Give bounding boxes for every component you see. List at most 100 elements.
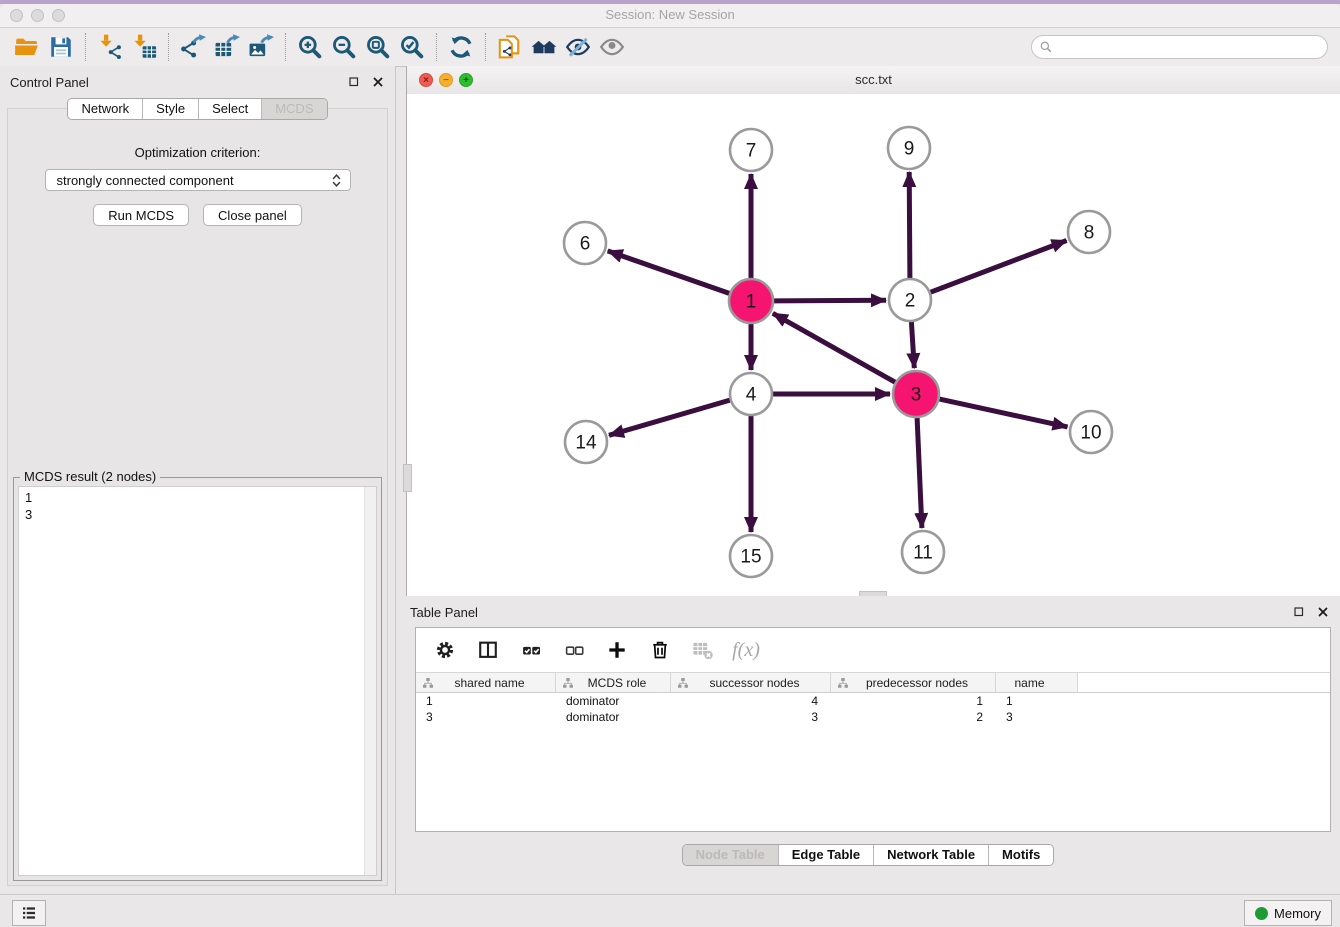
table-cell[interactable]: dominator xyxy=(556,693,671,709)
table-cell[interactable]: 1 xyxy=(831,693,996,709)
svg-text:14: 14 xyxy=(575,433,597,454)
select-all-checkboxes-button[interactable] xyxy=(512,632,550,668)
graph-node-9[interactable]: 9 xyxy=(888,127,930,169)
graph-edge-2-8[interactable] xyxy=(931,241,1067,293)
graph-node-2[interactable]: 2 xyxy=(889,279,931,321)
table-cell[interactable]: 1 xyxy=(416,693,556,709)
import-table-button[interactable] xyxy=(127,31,161,63)
graph-node-7[interactable]: 7 xyxy=(730,129,772,171)
graph-node-11[interactable]: 11 xyxy=(902,531,944,573)
memory-button[interactable]: Memory xyxy=(1244,900,1332,926)
tab-network[interactable]: Network xyxy=(68,99,142,119)
float-table-panel-icon[interactable] xyxy=(1291,604,1306,619)
close-table-panel-icon[interactable] xyxy=(1315,604,1330,619)
tab-edge-table[interactable]: Edge Table xyxy=(778,845,873,865)
task-history-button[interactable] xyxy=(12,900,46,926)
float-panel-icon[interactable] xyxy=(346,74,361,89)
graph-edge-3-11[interactable] xyxy=(917,418,922,528)
status-bar: Memory xyxy=(0,894,1340,927)
graph-node-3[interactable]: 3 xyxy=(893,371,939,417)
table-toolbar: f(x) xyxy=(416,628,1330,672)
app-titlebar[interactable]: Session: New Session xyxy=(0,4,1340,28)
new-network-from-file-icon xyxy=(497,34,523,60)
graph-edge-3-10[interactable] xyxy=(940,399,1068,427)
column-header-successor-nodes[interactable]: successor nodes xyxy=(671,673,831,692)
import-network-button[interactable] xyxy=(93,31,127,63)
table-cell[interactable]: 3 xyxy=(416,709,556,725)
column-header-label: shared name xyxy=(438,676,555,690)
window-title: Session: New Session xyxy=(0,7,1340,22)
toolbar-separator xyxy=(436,33,437,61)
graph-edge-3-1[interactable] xyxy=(773,313,895,382)
graph-edge-2-3[interactable] xyxy=(911,322,914,368)
tab-mcds[interactable]: MCDS xyxy=(261,99,326,119)
zoom-out-button[interactable] xyxy=(327,31,361,63)
network-window-title: scc.txt xyxy=(407,72,1340,87)
panel-splitter-grip[interactable] xyxy=(403,464,412,492)
deselect-all-checkboxes-button[interactable] xyxy=(555,632,593,668)
tab-network-table[interactable]: Network Table xyxy=(873,845,988,865)
graph-edge-2-9[interactable] xyxy=(909,172,910,278)
close-panel-icon[interactable] xyxy=(370,74,385,89)
table-tabs: Node TableEdge TableNetwork TableMotifs xyxy=(682,844,1055,866)
graph-node-8[interactable]: 8 xyxy=(1068,211,1110,253)
column-header-predecessor-nodes[interactable]: predecessor nodes xyxy=(831,673,996,692)
zoom-in-button[interactable] xyxy=(293,31,327,63)
graph-node-15[interactable]: 15 xyxy=(730,535,772,577)
column-header-shared-name[interactable]: shared name xyxy=(416,673,556,692)
home-view-button[interactable] xyxy=(527,31,561,63)
graph-node-10[interactable]: 10 xyxy=(1070,411,1112,453)
zoom-fit-button[interactable] xyxy=(361,31,395,63)
hide-panel-eye-button[interactable] xyxy=(561,31,595,63)
network-window-titlebar[interactable]: × − + scc.txt xyxy=(407,66,1340,95)
table-row[interactable]: 3dominator323 xyxy=(416,709,1330,725)
run-mcds-button[interactable]: Run MCDS xyxy=(93,204,189,226)
table-cell[interactable]: 2 xyxy=(831,709,996,725)
save-session-button[interactable] xyxy=(44,31,78,63)
table-cell[interactable]: 4 xyxy=(671,693,831,709)
graph-edge-4-14[interactable] xyxy=(609,400,730,435)
zoom-selected-button[interactable] xyxy=(395,31,429,63)
export-network-button[interactable] xyxy=(176,31,210,63)
table-cell[interactable]: dominator xyxy=(556,709,671,725)
table-cell[interactable]: 3 xyxy=(671,709,831,725)
criterion-dropdown[interactable]: strongly connected component xyxy=(45,169,351,191)
open-folder-button[interactable] xyxy=(10,31,44,63)
search-box[interactable] xyxy=(1031,35,1328,59)
show-eye-button[interactable] xyxy=(595,31,629,63)
graph-node-14[interactable]: 14 xyxy=(565,421,607,463)
graph-edge-1-2[interactable] xyxy=(774,300,886,301)
graph-node-1[interactable]: 1 xyxy=(729,279,773,323)
table-cell[interactable]: 1 xyxy=(996,693,1078,709)
tab-node-table[interactable]: Node Table xyxy=(683,845,778,865)
export-table-button[interactable] xyxy=(210,31,244,63)
show-eye-icon xyxy=(599,34,625,60)
apply-layout-refresh-button[interactable] xyxy=(444,31,478,63)
delete-column-button[interactable] xyxy=(641,632,679,668)
graph-node-4[interactable]: 4 xyxy=(730,373,772,415)
network-canvas[interactable]: 7 9 6 8 1 2 4 3 14 10 15 11 xyxy=(407,94,1340,596)
tab-style[interactable]: Style xyxy=(142,99,198,119)
column-header-name[interactable]: name xyxy=(996,673,1078,692)
table-options-gear-button[interactable] xyxy=(426,632,464,668)
search-input[interactable] xyxy=(1053,37,1327,57)
application-window: Session: New Session Control Panel xyxy=(0,4,1340,926)
graph-node-6[interactable]: 6 xyxy=(564,222,606,264)
table-row[interactable]: 1dominator411 xyxy=(416,693,1330,709)
export-image-icon xyxy=(248,34,274,60)
export-image-button[interactable] xyxy=(244,31,278,63)
svg-text:1: 1 xyxy=(746,292,757,313)
new-network-from-file-button[interactable] xyxy=(493,31,527,63)
toolbar-separator xyxy=(285,33,286,61)
tab-select[interactable]: Select xyxy=(198,99,261,119)
mcds-result-textarea[interactable]: 13 xyxy=(18,486,377,876)
close-panel-button[interactable]: Close panel xyxy=(203,204,302,226)
graph-edge-1-6[interactable] xyxy=(608,251,730,294)
add-column-button[interactable] xyxy=(598,632,636,668)
hide-panel-eye-icon xyxy=(565,34,591,60)
table-cell[interactable]: 3 xyxy=(996,709,1078,725)
column-header-MCDS-role[interactable]: MCDS role xyxy=(556,673,671,692)
tab-motifs[interactable]: Motifs xyxy=(988,845,1053,865)
show-columns-button[interactable] xyxy=(469,632,507,668)
result-scrollbar[interactable] xyxy=(364,487,376,875)
